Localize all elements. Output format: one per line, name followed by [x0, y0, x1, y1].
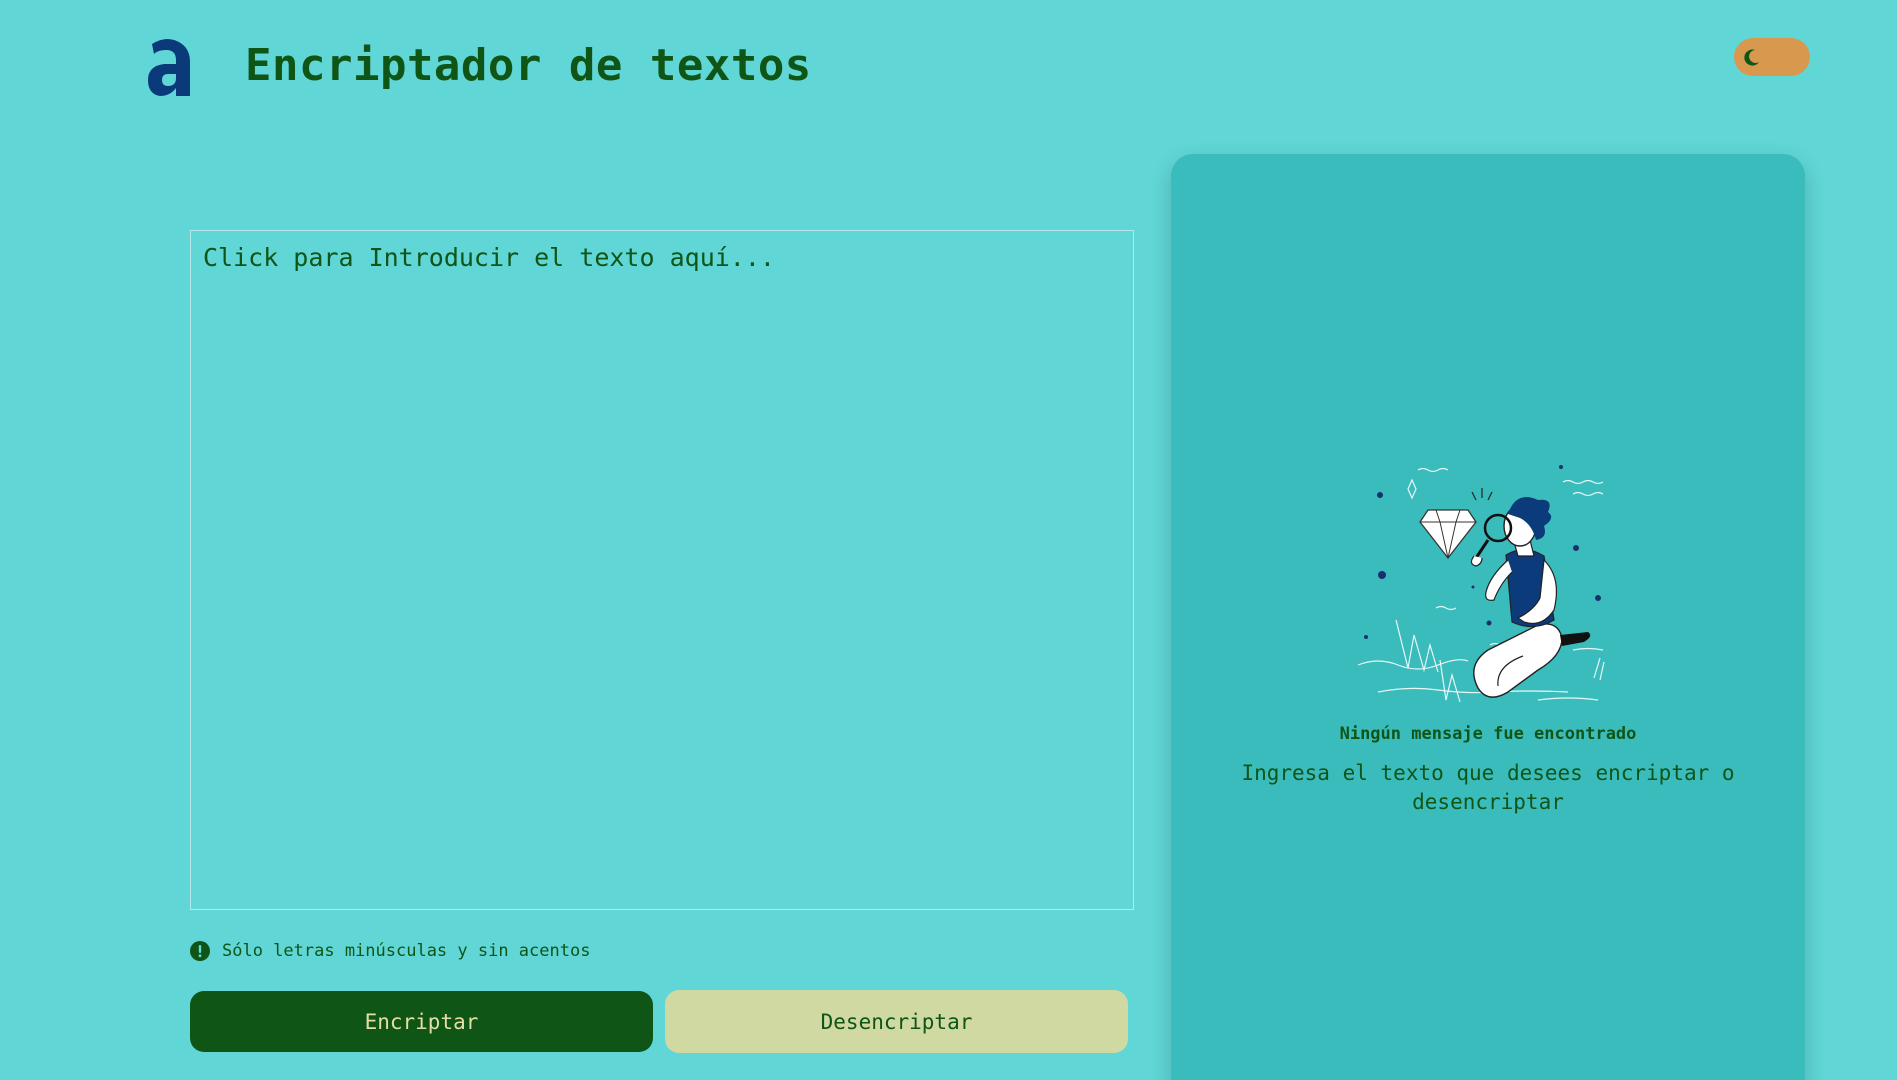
alura-a-logo-icon [148, 39, 190, 96]
theme-toggle[interactable] [1734, 38, 1810, 76]
empty-state-description: Ingresa el texto que desees encriptar o … [1241, 761, 1735, 814]
text-input[interactable] [190, 230, 1134, 910]
page-title: Encriptador de textos [245, 40, 812, 91]
empty-state-title: Ningún mensaje fue encontrado [1339, 724, 1637, 744]
hint-text: Sólo letras minúsculas y sin acentos [222, 941, 591, 961]
encrypt-button[interactable]: Encriptar [190, 991, 653, 1052]
moon-icon [1744, 49, 1759, 66]
person-with-magnifying-glass-illustration [1357, 465, 1605, 703]
exclamation-circle-icon [190, 941, 210, 961]
hint: Sólo letras minúsculas y sin acentos [190, 939, 590, 963]
decrypt-button[interactable]: Desencriptar [665, 990, 1128, 1053]
page: Encriptador de textos Sólo letras minúsc… [0, 0, 1897, 1080]
